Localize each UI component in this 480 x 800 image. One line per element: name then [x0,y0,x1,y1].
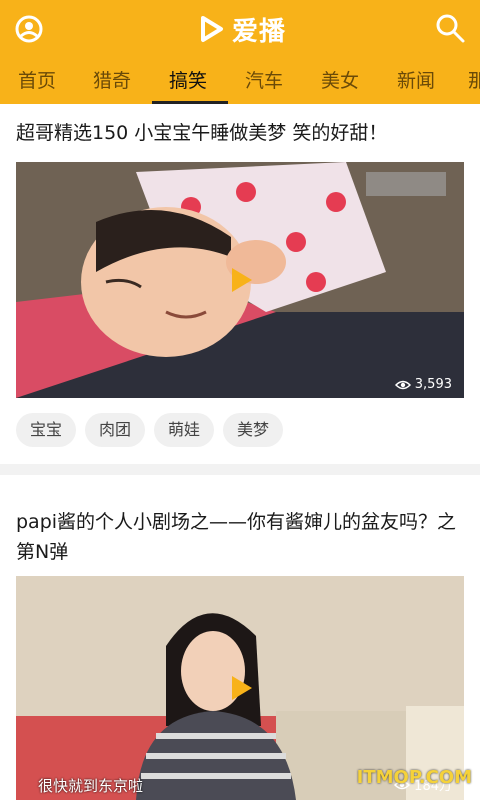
tag-chip[interactable]: 萌娃 [154,413,215,447]
tab-curiosity[interactable]: 猎奇 [93,66,131,93]
video-thumbnail[interactable]: 3,593 [16,162,464,398]
play-logo-icon [201,16,223,42]
brand-title: 爱播 [232,16,287,47]
tag-chip[interactable]: 美梦 [223,413,284,447]
site-watermark: ITMOP.COM [356,767,472,788]
search-icon[interactable] [434,12,466,44]
tab-cars[interactable]: 汽车 [245,66,283,93]
view-count: 3,593 [394,377,452,392]
tag-chip[interactable]: 宝宝 [16,413,77,447]
video-title[interactable]: papi酱的个人小剧场之——你有酱婶儿的盆友吗？之第N弹 [16,507,468,567]
top-bar: 爱播 [0,0,480,58]
profile-circle-icon[interactable] [14,14,44,44]
play-icon[interactable] [225,673,255,703]
video-caption: 很快就到东京啦 [38,777,144,795]
tab-news[interactable]: 新闻 [397,66,435,93]
tab-beauty[interactable]: 美女 [321,66,359,93]
play-icon[interactable] [225,265,255,295]
tag-list: 宝宝 肉团 萌娃 美梦 [16,413,284,447]
video-title[interactable]: 超哥精选150 小宝宝午睡做美梦 笑的好甜！ [16,118,468,148]
tag-chip[interactable]: 肉团 [85,413,146,447]
tab-more[interactable]: 那 [468,66,480,93]
video-card[interactable]: papi酱的个人小剧场之——你有酱婶儿的盆友吗？之第N弹 很快就到东京啦 184… [0,475,480,800]
view-count-text: 3,593 [414,377,452,392]
tab-home[interactable]: 首页 [18,66,56,93]
tab-funny[interactable]: 搞笑 [169,66,207,93]
eye-icon [394,380,411,389]
category-tabs: 首页 猎奇 搞笑 汽车 美女 新闻 那 [0,58,480,104]
video-card[interactable]: 超哥精选150 小宝宝午睡做美梦 笑的好甜！ 3,593 宝宝 肉团 萌娃 美梦 [0,104,480,464]
brand: 爱播 [196,12,287,47]
